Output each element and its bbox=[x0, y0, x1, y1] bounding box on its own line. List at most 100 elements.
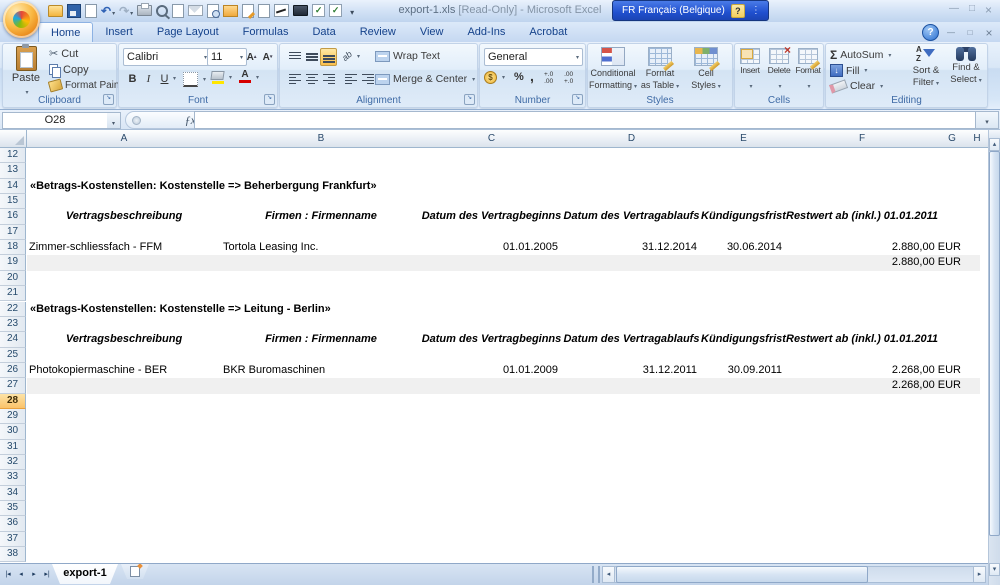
row-header-32[interactable]: 32 bbox=[0, 455, 26, 470]
document-icon[interactable] bbox=[172, 3, 184, 19]
cell-notice-date[interactable]: 30.06.2014 bbox=[701, 240, 782, 255]
cell-firm[interactable]: BKR Buromaschinen bbox=[223, 363, 325, 378]
office-button[interactable] bbox=[3, 1, 40, 38]
tab-add-ins[interactable]: Add-Ins bbox=[455, 22, 517, 42]
workbook-close-button[interactable] bbox=[982, 27, 996, 39]
tab-insert[interactable]: Insert bbox=[93, 22, 145, 42]
format-as-table-button[interactable]: Format as Table bbox=[638, 47, 682, 92]
cell-start-date[interactable]: 01.01.2005 bbox=[421, 240, 558, 255]
row-header-22[interactable]: 22 bbox=[0, 302, 26, 317]
accounting-format-button[interactable] bbox=[484, 71, 505, 84]
column-header-F[interactable]: F bbox=[786, 130, 939, 148]
screen-icon[interactable] bbox=[293, 3, 308, 19]
scroll-down-icon[interactable] bbox=[989, 563, 1000, 576]
align-bottom-button[interactable] bbox=[320, 48, 337, 66]
column-header-D[interactable]: D bbox=[562, 130, 702, 148]
row-header-27[interactable]: 27 bbox=[0, 378, 26, 393]
tab-home[interactable]: Home bbox=[38, 22, 93, 42]
language-menu-icon[interactable] bbox=[751, 5, 761, 16]
col-header-restwert[interactable]: Restwert ab (inkl.) 01.01.2011 bbox=[786, 209, 938, 224]
select-all-corner[interactable] bbox=[0, 130, 27, 148]
cell-styles-button[interactable]: Cell Styles bbox=[684, 47, 728, 92]
cut-button[interactable]: Cut bbox=[49, 48, 78, 60]
column-header-H[interactable]: H bbox=[966, 130, 989, 148]
number-dialog-launcher[interactable] bbox=[572, 94, 583, 105]
underline-dropdown-icon[interactable] bbox=[171, 75, 176, 82]
row-header-19[interactable]: 19 bbox=[0, 255, 26, 270]
last-sheet-icon[interactable]: ▸| bbox=[41, 567, 53, 582]
fill-color-button[interactable] bbox=[211, 71, 232, 84]
row-header-24[interactable]: 24 bbox=[0, 332, 26, 347]
row-header-37[interactable]: 37 bbox=[0, 532, 26, 547]
col-header-kuendigungsfrist[interactable]: Kündigungsfrist bbox=[701, 332, 786, 347]
font-family-combo[interactable]: Calibri bbox=[123, 48, 211, 66]
edit-document-icon[interactable] bbox=[242, 3, 254, 19]
workbook-minimize-button[interactable] bbox=[944, 27, 958, 39]
number-format-combo[interactable]: General bbox=[484, 48, 583, 66]
cell-total[interactable]: 2.268,00 EUR bbox=[786, 378, 961, 393]
insert-worksheet-tab[interactable] bbox=[121, 564, 149, 579]
language-bar[interactable]: FR Français (Belgique) ? bbox=[612, 0, 769, 21]
scroll-left-icon[interactable] bbox=[602, 566, 615, 583]
sort-filter-button[interactable]: Sort & Filter bbox=[906, 47, 946, 90]
save-icon[interactable] bbox=[67, 3, 81, 19]
scroll-up-icon[interactable] bbox=[989, 138, 1000, 151]
row-header-34[interactable]: 34 bbox=[0, 486, 26, 501]
font-dialog-launcher[interactable] bbox=[264, 94, 275, 105]
new-document-icon[interactable] bbox=[85, 3, 97, 19]
column-header-A[interactable]: A bbox=[27, 130, 222, 148]
insert-cells-button[interactable]: Insert bbox=[736, 48, 764, 93]
tab-acrobat[interactable]: Acrobat bbox=[517, 22, 579, 42]
section-title[interactable]: «Betrags-Kostenstellen: Kostenstelle => … bbox=[30, 179, 377, 194]
row-header-28[interactable]: 28 bbox=[0, 394, 26, 409]
preview-icon[interactable] bbox=[258, 3, 270, 19]
cell-end-date[interactable]: 31.12.2014 bbox=[562, 240, 697, 255]
alignment-dialog-launcher[interactable] bbox=[464, 94, 475, 105]
row-header-16[interactable]: 16 bbox=[0, 209, 26, 224]
scroll-right-icon[interactable] bbox=[973, 566, 986, 583]
align-center-button[interactable] bbox=[303, 70, 320, 88]
minimize-button[interactable] bbox=[949, 3, 959, 17]
cell-notice-date[interactable]: 30.09.2011 bbox=[701, 363, 782, 378]
borders-button[interactable] bbox=[183, 72, 206, 87]
undo-icon[interactable] bbox=[101, 3, 115, 19]
tab-split-handle[interactable] bbox=[592, 566, 600, 583]
paste-button[interactable]: Paste bbox=[7, 46, 45, 102]
row-header-21[interactable]: 21 bbox=[0, 286, 26, 301]
font-color-button[interactable]: A bbox=[239, 71, 259, 83]
close-button[interactable] bbox=[985, 3, 992, 17]
cell-area[interactable]: «Betrags-Kostenstellen: Kostenstelle => … bbox=[27, 148, 988, 563]
align-middle-button[interactable] bbox=[303, 48, 320, 66]
clipboard-dialog-launcher[interactable] bbox=[103, 94, 114, 105]
italic-button[interactable]: I bbox=[140, 70, 157, 88]
vertical-scrollbar[interactable] bbox=[988, 130, 1000, 585]
row-header-25[interactable]: 25 bbox=[0, 348, 26, 363]
increase-decimal-button[interactable]: +.0 .00 bbox=[544, 71, 553, 85]
row-header-36[interactable]: 36 bbox=[0, 516, 26, 531]
col-header-vertragsbeschreibung[interactable]: Vertragsbeschreibung bbox=[27, 209, 221, 224]
row-header-23[interactable]: 23 bbox=[0, 317, 26, 332]
tab-page-layout[interactable]: Page Layout bbox=[145, 22, 231, 42]
name-box-dropdown-icon[interactable] bbox=[107, 112, 121, 129]
tab-view[interactable]: View bbox=[408, 22, 456, 42]
cell-amount[interactable]: 2.880,00 EUR bbox=[786, 240, 961, 255]
formula-input[interactable] bbox=[194, 111, 980, 129]
col-header-vertragbeginn[interactable]: Datum des Vertragbeginns bbox=[421, 332, 562, 347]
delete-cells-button[interactable]: Delete bbox=[765, 48, 793, 93]
comma-style-button[interactable]: , bbox=[530, 68, 534, 84]
column-header-G[interactable]: G bbox=[938, 130, 967, 148]
col-header-vertragbeginn[interactable]: Datum des Vertragbeginns bbox=[421, 209, 562, 224]
column-header-C[interactable]: C bbox=[421, 130, 563, 148]
tab-review[interactable]: Review bbox=[348, 22, 408, 42]
cell-total[interactable]: 2.880,00 EUR bbox=[786, 255, 961, 270]
bold-button[interactable]: B bbox=[124, 70, 141, 88]
section-title[interactable]: «Betrags-Kostenstellen: Kostenstelle => … bbox=[30, 302, 331, 317]
help-icon[interactable]: ? bbox=[922, 24, 939, 41]
first-sheet-icon[interactable]: |◂ bbox=[2, 567, 14, 582]
fill-button[interactable]: Fill bbox=[830, 64, 867, 77]
redo-icon[interactable] bbox=[119, 3, 133, 19]
language-help-icon[interactable]: ? bbox=[731, 4, 745, 18]
tab-formulas[interactable]: Formulas bbox=[231, 22, 301, 42]
col-header-kuendigungsfrist[interactable]: Kündigungsfrist bbox=[701, 209, 786, 224]
cell-end-date[interactable]: 31.12.2011 bbox=[562, 363, 697, 378]
